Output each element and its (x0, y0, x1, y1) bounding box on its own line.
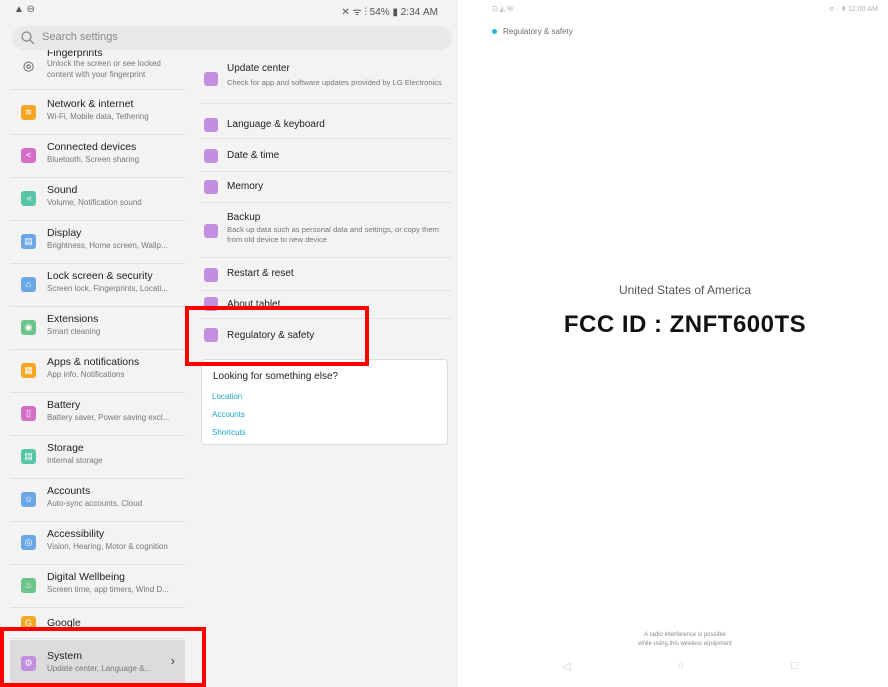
sidebar-item-display[interactable]: ▤ Display Brightness, Home screen, Wallp… (10, 221, 185, 264)
item-title: Date & time (227, 150, 280, 161)
status-icons-right: ✕ ᯤ ⫶ 54% ▮ 2:34 AM (341, 7, 438, 18)
sidebar-item-network[interactable]: ≋ Network & internet Wi-Fi, Mobile data,… (10, 92, 185, 135)
language-icon (204, 118, 218, 132)
sidebar-item-title: Accessibility (47, 528, 105, 540)
display-icon: ▤ (21, 234, 36, 249)
country-label: United States of America (618, 283, 752, 297)
sidebar-item-title: Network & internet (47, 98, 134, 110)
interference-note-line1: A radio interference is possible (644, 632, 726, 638)
extensions-icon: ◉ (21, 320, 36, 335)
wellbeing-icon: ♨ (21, 578, 36, 593)
sidebar-item-fingerprints[interactable]: ◎ Fingerprints Unlock the screen or see … (10, 50, 185, 90)
share-icon: < (21, 148, 36, 163)
item-title: Restart & reset (227, 268, 294, 279)
status-icons-left: ▲ ⊖ (14, 4, 36, 15)
accounts-link[interactable]: Accounts (212, 410, 245, 419)
language-keyboard-item[interactable]: Language & keyboard (200, 110, 452, 139)
speaker-icon: ◃ (21, 191, 36, 206)
item-subtitle: Back up data such as personal data and s… (227, 225, 439, 244)
sidebar-item-subtitle: App info, Notifications (47, 370, 125, 379)
regulatory-screen: ⊡ ◭ ✉ ᯤ ⫶ ▮ 12:00 AM Regulatory & safety… (482, 0, 888, 687)
sidebar-item-accounts[interactable]: ☺ Accounts Auto-sync accounts, Cloud (10, 479, 185, 522)
search-input[interactable]: Search settings (12, 26, 452, 50)
sidebar-item-subtitle: Internal storage (47, 456, 103, 465)
search-icon (21, 31, 35, 45)
battery-icon: ▯ (21, 406, 36, 421)
sidebar-item-subtitle: Volume, Notification sound (47, 198, 142, 207)
looking-for-something-else-card: Looking for something else? Location Acc… (201, 359, 448, 445)
sidebar-item-title: Lock screen & security (47, 270, 153, 282)
sidebar-item-subtitle: Screen time, app timers, Wind D... (47, 585, 169, 594)
nav-back-icon[interactable]: ◁ (562, 660, 570, 673)
regulatory-header-title: Regulatory & safety (503, 27, 573, 36)
accounts-icon: ☺ (21, 492, 36, 507)
item-title: Language & keyboard (227, 119, 325, 130)
nav-home-icon[interactable]: ○ (677, 660, 684, 672)
memory-item[interactable]: Memory (200, 172, 452, 203)
sidebar-item-subtitle: Unlock the screen or see locked content … (47, 59, 161, 79)
status-bar: ▲ ⊖ ✕ ᯤ ⫶ 54% ▮ 2:34 AM (0, 0, 458, 20)
system-highlight-box (0, 627, 206, 687)
sidebar-item-lock-screen[interactable]: ⌂ Lock screen & security Screen lock, Fi… (10, 264, 185, 307)
sidebar-item-accessibility[interactable]: ◎ Accessibility Vision, Hearing, Motor &… (10, 522, 185, 565)
sidebar-item-apps[interactable]: ▦ Apps & notifications App info, Notific… (10, 350, 185, 393)
sidebar-item-title: Accounts (47, 485, 91, 497)
sidebar-item-title: Sound (47, 184, 78, 196)
restart-reset-item[interactable]: Restart & reset (200, 260, 452, 291)
interference-note-line2: while using this wireless equipment (638, 641, 732, 647)
sidebar-item-digital-wellbeing[interactable]: ♨ Digital Wellbeing Screen time, app tim… (10, 565, 185, 608)
memory-icon (204, 180, 218, 194)
lock-icon: ⌂ (21, 277, 36, 292)
date-time-item[interactable]: Date & time (200, 141, 452, 172)
sidebar-item-title: Extensions (47, 313, 99, 325)
location-link[interactable]: Location (212, 392, 242, 401)
sidebar-item-title: Digital Wellbeing (47, 571, 126, 583)
sidebar-item-title: Battery (47, 399, 81, 411)
sidebar-item-storage[interactable]: ▤ Storage Internal storage (10, 436, 185, 479)
sidebar-item-extensions[interactable]: ◉ Extensions Smart cleaning (10, 307, 185, 350)
sidebar-item-battery[interactable]: ▯ Battery Battery saver, Power saving ex… (10, 393, 185, 436)
sidebar-item-subtitle: Smart cleaning (47, 327, 101, 336)
item-title: Memory (227, 181, 264, 192)
sidebar-item-subtitle: Bluetooth, Screen sharing (47, 155, 140, 164)
sidebar-item-title: Apps & notifications (47, 356, 140, 368)
sidebar-item-subtitle: Auto-sync accounts, Cloud (47, 499, 143, 508)
storage-icon: ▤ (21, 449, 36, 464)
sidebar-item-subtitle: Wi-Fi, Mobile data, Tethering (47, 112, 149, 121)
update-center-item[interactable]: Update center Check for app and software… (200, 58, 452, 104)
sidebar-item-subtitle: Brightness, Home screen, Wallp... (47, 241, 168, 250)
status-icons-left: ⊡ ◭ ✉ (492, 6, 514, 13)
shortcuts-link[interactable]: Shortcuts (212, 428, 246, 437)
apps-icon: ▦ (21, 363, 36, 378)
nav-recents-icon[interactable]: □ (791, 660, 798, 672)
sidebar-item-title: Display (47, 227, 82, 239)
sidebar-item-subtitle: Screen lock, Fingerprints, Locati... (47, 284, 168, 293)
back-icon[interactable] (492, 29, 497, 35)
backup-icon (204, 224, 218, 238)
item-subtitle: Check for app and software updates provi… (227, 78, 442, 87)
item-title: Update center (227, 63, 290, 74)
fcc-id-label: FCC ID : ZNFT600TS (563, 311, 807, 338)
status-icons-right: ᯤ ⫶ ▮ 12:00 AM (828, 6, 878, 13)
update-icon (204, 72, 218, 86)
restart-icon (204, 268, 218, 282)
sidebar-item-connected-devices[interactable]: < Connected devices Bluetooth, Screen sh… (10, 135, 185, 178)
looking-heading: Looking for something else? (213, 371, 339, 382)
fingerprint-icon: ◎ (22, 58, 35, 73)
backup-item[interactable]: Backup Back up data such as personal dat… (200, 206, 452, 258)
sidebar-item-subtitle: Battery saver, Power saving excl... (47, 413, 170, 422)
sidebar-item-sound[interactable]: ◃ Sound Volume, Notification sound (10, 178, 185, 221)
settings-sidebar: ◎ Fingerprints Unlock the screen or see … (10, 50, 185, 687)
accessibility-icon: ◎ (21, 535, 36, 550)
sidebar-item-title: Storage (47, 442, 84, 454)
search-placeholder: Search settings (42, 31, 118, 43)
regulatory-header: Regulatory & safety (492, 27, 573, 36)
sidebar-item-title: Connected devices (47, 141, 137, 153)
sidebar-item-subtitle: Vision, Hearing, Motor & cognition (47, 542, 168, 551)
item-title: Backup (227, 212, 261, 223)
date-time-icon (204, 149, 218, 163)
wifi-icon: ≋ (21, 105, 36, 120)
regulatory-highlight-box (185, 306, 369, 366)
